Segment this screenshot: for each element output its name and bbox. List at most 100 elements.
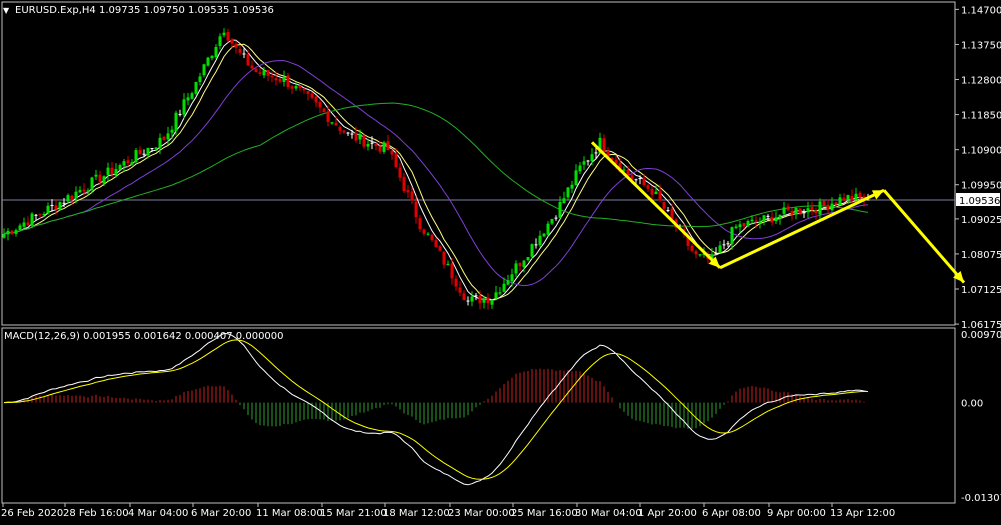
- candle-body[interactable]: [14, 230, 18, 234]
- candle-body[interactable]: [634, 179, 638, 181]
- candle-body[interactable]: [114, 169, 118, 176]
- candle-body[interactable]: [518, 262, 522, 267]
- candle-body[interactable]: [258, 72, 262, 74]
- candle-body[interactable]: [774, 217, 778, 222]
- candle-body[interactable]: [506, 280, 510, 285]
- candle-body[interactable]: [110, 167, 114, 175]
- candle-body[interactable]: [330, 122, 334, 124]
- candle-body[interactable]: [854, 193, 858, 200]
- candle-body[interactable]: [810, 206, 814, 211]
- candle-body[interactable]: [310, 93, 314, 98]
- candle-body[interactable]: [834, 202, 838, 205]
- candle-body[interactable]: [62, 202, 66, 204]
- candle-body[interactable]: [58, 202, 62, 210]
- candle-body[interactable]: [478, 295, 482, 304]
- candle-body[interactable]: [86, 190, 90, 192]
- candle-body[interactable]: [158, 137, 162, 148]
- candle-body[interactable]: [858, 192, 862, 198]
- candle-body[interactable]: [246, 54, 250, 66]
- candle-body[interactable]: [522, 260, 526, 268]
- candle-body[interactable]: [718, 245, 722, 253]
- candle-body[interactable]: [38, 213, 42, 215]
- candle-body[interactable]: [842, 197, 846, 201]
- metatrader-chart[interactable]: 1.14700 1.13750 1.12800 1.11850 1.10900 1.099…: [0, 0, 1001, 521]
- candle-body[interactable]: [770, 216, 774, 223]
- candle-body[interactable]: [782, 207, 786, 214]
- candle-body[interactable]: [762, 215, 766, 222]
- candle-body[interactable]: [178, 113, 182, 115]
- candle-body[interactable]: [646, 185, 650, 189]
- candle-body[interactable]: [134, 150, 138, 163]
- candle-body[interactable]: [106, 167, 110, 175]
- candle-body[interactable]: [74, 191, 78, 199]
- candle-body[interactable]: [826, 204, 830, 210]
- candle-body[interactable]: [122, 161, 126, 166]
- candle-body[interactable]: [470, 296, 474, 302]
- candle-body[interactable]: [286, 75, 290, 88]
- candle-body[interactable]: [30, 213, 34, 226]
- candle-body[interactable]: [850, 195, 854, 201]
- candle-body[interactable]: [790, 210, 794, 215]
- candle-body[interactable]: [262, 70, 266, 76]
- candle-body[interactable]: [6, 230, 10, 235]
- candle-body[interactable]: [750, 219, 754, 222]
- candle-body[interactable]: [162, 136, 166, 141]
- candle-body[interactable]: [510, 274, 514, 282]
- candle-body[interactable]: [438, 246, 442, 251]
- candle-body[interactable]: [430, 234, 434, 241]
- candle-body[interactable]: [90, 177, 94, 191]
- candle-body[interactable]: [454, 278, 458, 287]
- candle-body[interactable]: [226, 31, 230, 41]
- candle-body[interactable]: [814, 210, 818, 214]
- candle-body[interactable]: [186, 97, 190, 101]
- candle-body[interactable]: [574, 170, 578, 186]
- candle-body[interactable]: [562, 198, 566, 204]
- candles[interactable]: [2, 28, 870, 310]
- candle-body[interactable]: [2, 233, 6, 238]
- candle-body[interactable]: [154, 147, 158, 150]
- macd-pane[interactable]: [3, 332, 869, 486]
- candle-body[interactable]: [426, 233, 430, 235]
- candle-body[interactable]: [294, 86, 298, 89]
- candle-body[interactable]: [390, 150, 394, 155]
- candle-body[interactable]: [70, 195, 74, 199]
- candle-body[interactable]: [494, 292, 498, 299]
- candle-body[interactable]: [798, 208, 802, 214]
- candle-body[interactable]: [254, 68, 258, 73]
- candle-body[interactable]: [338, 126, 342, 131]
- candle-body[interactable]: [542, 233, 546, 237]
- candle-body[interactable]: [298, 85, 302, 89]
- candle-body[interactable]: [266, 70, 270, 76]
- candle-body[interactable]: [306, 90, 310, 94]
- candle-body[interactable]: [838, 197, 842, 206]
- candle-body[interactable]: [270, 76, 274, 78]
- candle-body[interactable]: [118, 165, 122, 170]
- candle-body[interactable]: [666, 210, 670, 212]
- corner-marker-icon[interactable]: ▼: [3, 6, 10, 15]
- candle-body[interactable]: [130, 162, 134, 165]
- candle-body[interactable]: [594, 152, 598, 154]
- candle-body[interactable]: [342, 130, 346, 133]
- candle-body[interactable]: [742, 222, 746, 227]
- candle-body[interactable]: [82, 189, 86, 192]
- candle-body[interactable]: [650, 188, 654, 195]
- candle-body[interactable]: [622, 169, 626, 171]
- trend-arrows[interactable]: [590, 141, 966, 284]
- candle-body[interactable]: [726, 243, 730, 245]
- candle-body[interactable]: [190, 93, 194, 99]
- candle-body[interactable]: [566, 187, 570, 198]
- candle-body[interactable]: [778, 214, 782, 219]
- candle-body[interactable]: [26, 222, 30, 226]
- candle-body[interactable]: [398, 167, 402, 178]
- candle-body[interactable]: [102, 176, 106, 184]
- candle-body[interactable]: [274, 78, 278, 81]
- candle-body[interactable]: [822, 200, 826, 206]
- candle-body[interactable]: [66, 195, 70, 202]
- candle-body[interactable]: [530, 244, 534, 257]
- candle-body[interactable]: [450, 263, 454, 279]
- candle-body[interactable]: [714, 253, 718, 255]
- candle-body[interactable]: [766, 215, 770, 217]
- candle-body[interactable]: [546, 223, 550, 235]
- candle-body[interactable]: [170, 129, 174, 133]
- candle-body[interactable]: [22, 222, 26, 227]
